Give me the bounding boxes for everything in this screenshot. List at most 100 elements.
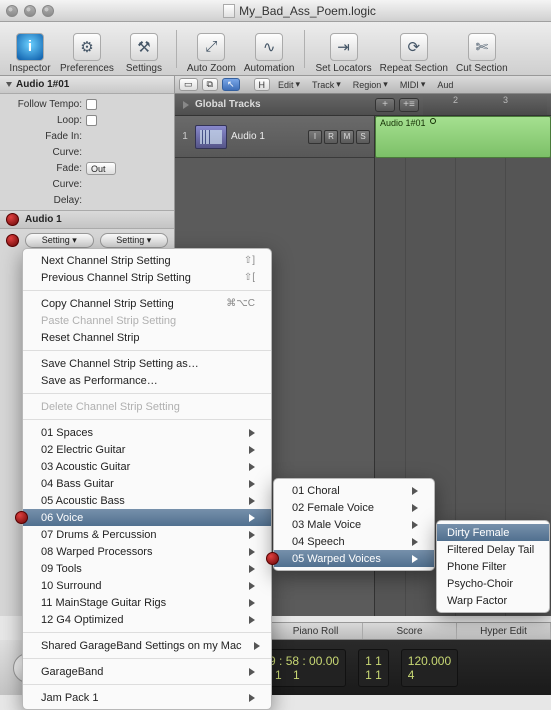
submenu-choral[interactable]: 01 Choral bbox=[274, 482, 434, 499]
hyper-editor-tab[interactable]: Hyper Edit bbox=[457, 623, 551, 639]
region-params-header[interactable]: Audio 1#01 bbox=[0, 76, 174, 94]
submenu-warped-voices[interactable]: 05 Warped Voices bbox=[274, 550, 434, 567]
global-tracks-label: Global Tracks bbox=[195, 99, 261, 110]
preset-phone-filter[interactable]: Phone Filter bbox=[437, 558, 549, 575]
fade-label: Fade: bbox=[6, 163, 86, 174]
track-name: Audio 1 bbox=[231, 131, 304, 142]
delay-label: Delay: bbox=[6, 195, 86, 206]
menu-preset-09[interactable]: 09 Tools bbox=[23, 560, 271, 577]
submenu-female-voice[interactable]: 02 Female Voice bbox=[274, 499, 434, 516]
close-window-button[interactable] bbox=[6, 5, 18, 17]
automation-button[interactable]: ∿Automation bbox=[240, 24, 299, 74]
menu-paste-setting: Paste Channel Strip Setting bbox=[23, 312, 271, 329]
menu-preset-10[interactable]: 10 Surround bbox=[23, 577, 271, 594]
input-monitor-button[interactable]: I bbox=[308, 130, 322, 144]
preset-dirty-female[interactable]: Dirty Female bbox=[437, 524, 549, 541]
tool-button-1[interactable]: ▭ bbox=[179, 78, 198, 91]
bar-ruler[interactable]: 2 3 4 bbox=[423, 94, 547, 115]
cut-section-button[interactable]: ✄Cut Section bbox=[452, 24, 512, 74]
menu-preset-06-voice[interactable]: 06 Voice bbox=[23, 509, 271, 526]
menu-garageband[interactable]: GarageBand bbox=[23, 663, 271, 680]
arrange-toolbar: ▭ ⧉ ↖ H Edit ▾ Track ▾ Region ▾ MIDI ▾ A… bbox=[175, 76, 551, 94]
setlocators-button[interactable]: ⇥Set Locators bbox=[311, 24, 375, 74]
menu-preset-05[interactable]: 05 Acoustic Bass bbox=[23, 492, 271, 509]
follow-tempo-checkbox[interactable] bbox=[86, 99, 97, 110]
menu-preset-12[interactable]: 12 G4 Optimized bbox=[23, 611, 271, 628]
add-track-button[interactable]: + bbox=[375, 98, 395, 112]
submenu-male-voice[interactable]: 03 Male Voice bbox=[274, 516, 434, 533]
autozoom-button[interactable]: ⤢Auto Zoom bbox=[183, 24, 240, 74]
window-title-text: My_Bad_Ass_Poem.logic bbox=[239, 4, 376, 18]
menu-preset-07[interactable]: 07 Drums & Percussion bbox=[23, 526, 271, 543]
record-enable-dot-icon bbox=[6, 213, 19, 226]
loop-label: Loop: bbox=[6, 115, 86, 126]
voice-submenu: 01 Choral 02 Female Voice 03 Male Voice … bbox=[273, 478, 435, 571]
disclosure-triangle-icon[interactable] bbox=[183, 101, 189, 109]
region-menu[interactable]: Region ▾ bbox=[349, 79, 392, 90]
tool-button-2[interactable]: ⧉ bbox=[202, 78, 218, 91]
track-menu[interactable]: Track ▾ bbox=[308, 79, 345, 90]
mute-button[interactable]: M bbox=[340, 130, 354, 144]
tempo-lcd[interactable]: 120.000 4 bbox=[401, 649, 458, 687]
traffic-lights bbox=[6, 5, 54, 17]
menu-preset-04[interactable]: 04 Bass Guitar bbox=[23, 475, 271, 492]
preset-psycho-choir[interactable]: Psycho-Choir bbox=[437, 575, 549, 592]
preset-warp-factor[interactable]: Warp Factor bbox=[437, 592, 549, 609]
menu-next-setting[interactable]: Next Channel Strip Setting⇧] bbox=[23, 252, 271, 269]
solo-button[interactable]: S bbox=[356, 130, 370, 144]
tool-button-pointer[interactable]: ↖ bbox=[222, 78, 240, 91]
menu-prev-setting[interactable]: Previous Channel Strip Setting⇧[ bbox=[23, 269, 271, 286]
settings-button[interactable]: ⚒Settings bbox=[118, 24, 170, 74]
menu-save-as[interactable]: Save Channel Strip Setting as… bbox=[23, 355, 271, 372]
menu-jampack1[interactable]: Jam Pack 1 bbox=[23, 689, 271, 706]
locator-lcd[interactable]: 1 1 1 1 bbox=[358, 649, 389, 687]
loop-checkbox[interactable] bbox=[86, 115, 97, 126]
fade-popup[interactable]: Out bbox=[86, 162, 116, 175]
menu-reset-strip[interactable]: Reset Channel Strip bbox=[23, 329, 271, 346]
submenu-speech[interactable]: 04 Speech bbox=[274, 533, 434, 550]
document-icon bbox=[223, 4, 235, 18]
global-tracks-row: Global Tracks + +≡ 2 3 4 bbox=[175, 94, 551, 116]
setting-button-left[interactable]: Setting ▾ bbox=[25, 233, 94, 248]
region-name-label: Audio 1#01 bbox=[16, 79, 69, 90]
setting-button-right[interactable]: Setting ▾ bbox=[100, 233, 169, 248]
menu-preset-03[interactable]: 03 Acoustic Guitar bbox=[23, 458, 271, 475]
menu-save-performance[interactable]: Save as Performance… bbox=[23, 372, 271, 389]
piano-roll-tab[interactable]: Piano Roll bbox=[269, 623, 363, 639]
preset-filtered-delay-tail[interactable]: Filtered Delay Tail bbox=[437, 541, 549, 558]
audio-menu[interactable]: Aud bbox=[433, 80, 457, 90]
audio-track-icon bbox=[195, 125, 227, 149]
h-button[interactable]: H bbox=[254, 78, 271, 91]
track-header[interactable]: 1 Audio 1 I R M S bbox=[175, 116, 374, 158]
follow-tempo-label: Follow Tempo: bbox=[6, 99, 86, 110]
add-track-dup-button[interactable]: +≡ bbox=[399, 98, 419, 112]
score-tab[interactable]: Score bbox=[363, 623, 457, 639]
menu-copy-setting[interactable]: Copy Channel Strip Setting⌘⌥C bbox=[23, 295, 271, 312]
midi-menu[interactable]: MIDI ▾ bbox=[396, 79, 430, 90]
loop-icon bbox=[430, 118, 436, 124]
curve2-label: Curve: bbox=[6, 179, 86, 190]
record-enable-button[interactable]: R bbox=[324, 130, 338, 144]
menu-preset-11[interactable]: 11 MainStage Guitar Rigs bbox=[23, 594, 271, 611]
region-label: Audio 1#01 bbox=[380, 118, 426, 128]
track-params-header[interactable]: Audio 1 bbox=[0, 210, 174, 229]
main-toolbar: iInspector ⚙Preferences ⚒Settings ⤢Auto … bbox=[0, 22, 551, 76]
zoom-window-button[interactable] bbox=[42, 5, 54, 17]
menu-preset-01[interactable]: 01 Spaces bbox=[23, 424, 271, 441]
minimize-window-button[interactable] bbox=[24, 5, 36, 17]
menu-delete-setting: Delete Channel Strip Setting bbox=[23, 398, 271, 415]
audio-region[interactable]: Audio 1#01 bbox=[375, 116, 551, 158]
edit-menu[interactable]: Edit ▾ bbox=[274, 79, 304, 90]
menu-shared-gb[interactable]: Shared GarageBand Settings on my Mac bbox=[23, 637, 271, 654]
record-dot-icon bbox=[6, 234, 19, 247]
sig-display: 4 bbox=[408, 668, 451, 682]
warped-voices-submenu: Dirty Female Filtered Delay Tail Phone F… bbox=[436, 520, 550, 613]
channel-strip-settings-menu: Next Channel Strip Setting⇧] Previous Ch… bbox=[22, 248, 272, 710]
menu-preset-08[interactable]: 08 Warped Processors bbox=[23, 543, 271, 560]
menu-preset-02[interactable]: 02 Electric Guitar bbox=[23, 441, 271, 458]
repeat-section-button[interactable]: ⟳Repeat Section bbox=[376, 24, 452, 74]
inspector-button[interactable]: iInspector bbox=[4, 24, 56, 74]
preferences-button[interactable]: ⚙Preferences bbox=[56, 24, 118, 74]
tempo-display: 120.000 bbox=[408, 654, 451, 668]
curve1-label: Curve: bbox=[6, 147, 86, 158]
